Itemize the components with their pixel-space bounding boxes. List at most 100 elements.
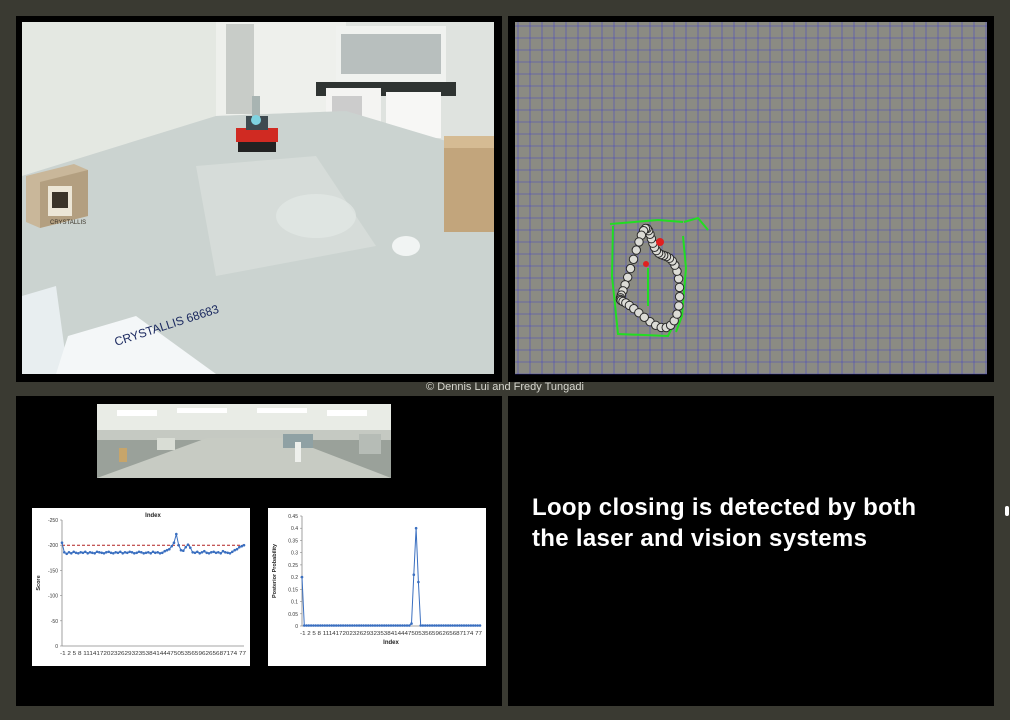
data-point [135, 551, 138, 555]
x-tick-labels: -1 2 5 8 1114172023262932353841444750535… [60, 651, 246, 657]
data-point [323, 624, 327, 627]
data-point [81, 551, 85, 555]
data-point [130, 551, 134, 554]
data-point [478, 624, 482, 627]
data-point [398, 624, 402, 627]
data-point [102, 552, 106, 555]
data-point [140, 551, 143, 554]
data-point [189, 546, 192, 549]
pose-marker [674, 301, 684, 311]
message-line-2: the laser and vision systems [532, 525, 868, 552]
data-point [321, 624, 324, 627]
score-chart: -250 -200 -150 -100 -50 0 -1 2 5 8 11141720232… [32, 508, 250, 666]
data-point [380, 624, 384, 627]
y-tick-label: 0.1 [291, 600, 298, 606]
data-point [170, 544, 173, 548]
data-point [421, 624, 425, 627]
data-point [376, 624, 379, 627]
data-point [168, 547, 171, 551]
y-tick-label: 0.25 [288, 563, 298, 569]
data-point [314, 624, 317, 627]
pose-marker [628, 254, 639, 265]
camera-video-frame: CRYSTALLIS 68683 CRYSTALLIS [22, 22, 494, 374]
panoramic-image [97, 404, 391, 478]
data-point [196, 550, 199, 554]
data-point [364, 624, 368, 627]
data-point [205, 551, 208, 555]
data-point [212, 550, 215, 554]
data-point [403, 624, 406, 627]
data-point [412, 573, 416, 576]
data-point [172, 541, 176, 544]
copyright-caption: © Dennis Lui and Fredy Tungadi [426, 381, 584, 393]
data-point [449, 624, 452, 627]
y-tick-label: 0.2 [291, 575, 298, 581]
data-point [109, 551, 113, 555]
data-point [147, 551, 150, 554]
data-point [112, 552, 115, 555]
data-point [385, 624, 388, 627]
data-point [328, 624, 331, 627]
chart-title: Index [145, 513, 161, 519]
data-point [414, 526, 418, 530]
data-point [312, 624, 315, 627]
data-point [224, 551, 227, 554]
data-point [60, 541, 64, 544]
y-tick-label: 0.05 [288, 612, 298, 618]
data-point [300, 575, 304, 579]
data-point [149, 552, 152, 555]
data-point [105, 551, 108, 554]
data-point [396, 624, 400, 627]
data-point [186, 543, 190, 546]
message-line-1: Loop closing is detected by both [532, 494, 917, 521]
data-point [133, 552, 136, 555]
y-tick-label: 0 [55, 644, 58, 650]
pose-marker [672, 309, 682, 319]
data-point [235, 547, 239, 551]
data-point [339, 624, 343, 627]
y-axis-label: Posterior Probability [272, 543, 278, 598]
camera-video-panel: CRYSTALLIS 68683 CRYSTALLIS [16, 16, 502, 382]
pose-marker [639, 312, 650, 322]
data-point [238, 545, 241, 549]
data-point [116, 551, 120, 555]
pose-marker [625, 263, 636, 274]
data-point [460, 624, 463, 627]
data-point [221, 549, 225, 553]
y-axis-label: Score [36, 575, 42, 590]
data-point [119, 550, 122, 554]
data-point [77, 552, 80, 555]
laser-map-panel [508, 16, 994, 382]
y-tick-label: -100 [48, 594, 58, 600]
data-point [158, 552, 162, 555]
data-point [355, 624, 359, 627]
data-point [439, 624, 443, 627]
data-point [151, 550, 155, 554]
data-point [462, 624, 466, 627]
data-point [350, 624, 354, 627]
message-panel: Loop closing is detected by both the las… [508, 396, 994, 706]
data-point [401, 624, 404, 627]
data-point [378, 624, 381, 627]
data-point [156, 551, 159, 554]
data-point [417, 580, 420, 584]
data-point [353, 624, 356, 627]
data-point [348, 624, 352, 627]
data-point [65, 552, 68, 556]
data-point [373, 624, 377, 627]
data-point [179, 548, 183, 552]
data-point [341, 624, 345, 627]
data-point [423, 624, 427, 627]
edge-mark [1005, 506, 1009, 516]
loop-closure-pose [643, 261, 649, 267]
data-point [362, 624, 365, 627]
data-point [240, 544, 243, 548]
data-point [346, 624, 349, 627]
data-point [191, 551, 194, 554]
data-point [214, 551, 218, 555]
data-point [435, 624, 438, 627]
data-point [142, 552, 145, 555]
data-point [226, 551, 229, 555]
y-tick-label: -50 [51, 619, 58, 625]
data-point [128, 550, 131, 554]
